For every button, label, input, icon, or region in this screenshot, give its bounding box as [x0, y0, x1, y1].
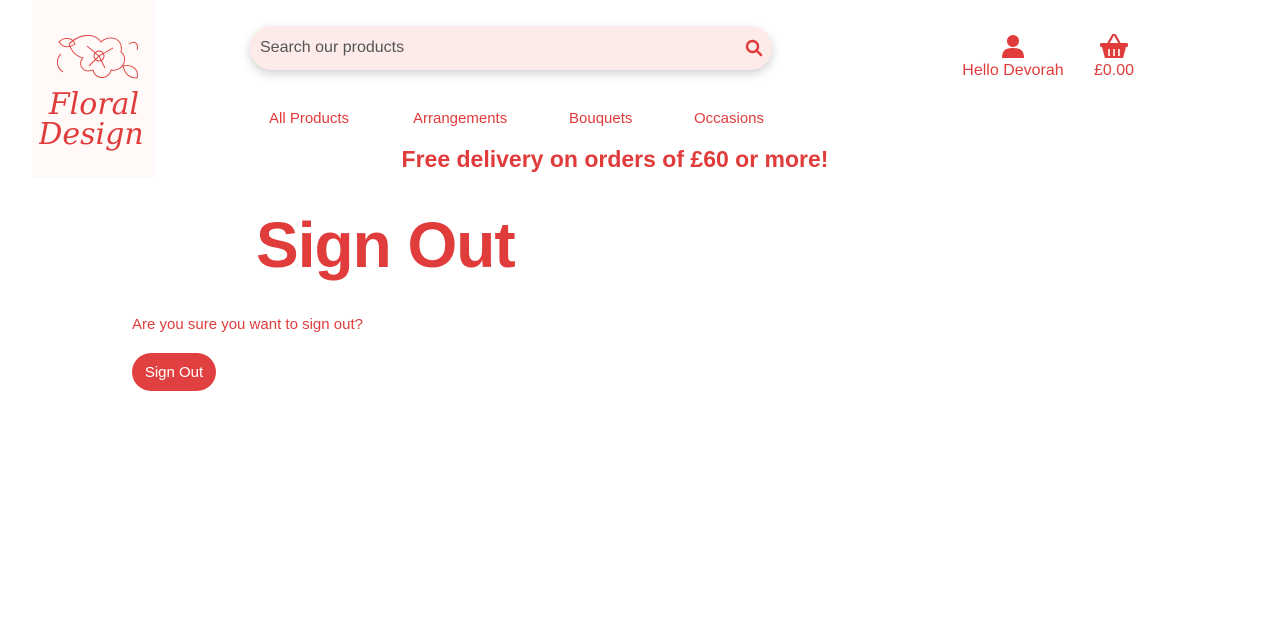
nav-item-arrangements[interactable]: Arrangements — [413, 110, 507, 127]
floral-logo-graphic: Floral Design — [39, 35, 144, 152]
cart-total: £0.00 — [1093, 62, 1135, 79]
basket-icon — [1086, 33, 1142, 60]
nav-item-occasions[interactable]: Occasions — [694, 110, 764, 127]
search-icon[interactable] — [742, 36, 766, 60]
signout-confirm-text: Are you sure you want to sign out? — [132, 316, 363, 333]
site-logo[interactable]: Floral Design — [32, 0, 156, 178]
search-bar — [250, 26, 772, 70]
account-menu[interactable]: Hello Devorah — [958, 34, 1068, 80]
logo-text-design: Design — [39, 117, 144, 152]
page-title: Sign Out — [256, 209, 516, 281]
nav-item-bouquets[interactable]: Bouquets — [569, 110, 632, 127]
account-greeting: Hello Devorah — [962, 62, 1064, 79]
cart-button[interactable]: £0.00 — [1086, 33, 1142, 80]
nav-item-all-products[interactable]: All Products — [269, 110, 349, 127]
sign-out-button[interactable]: Sign Out — [132, 353, 216, 391]
search-input[interactable] — [250, 26, 740, 70]
delivery-banner: Free delivery on orders of £60 or more! — [401, 146, 829, 172]
user-icon — [958, 34, 1068, 60]
